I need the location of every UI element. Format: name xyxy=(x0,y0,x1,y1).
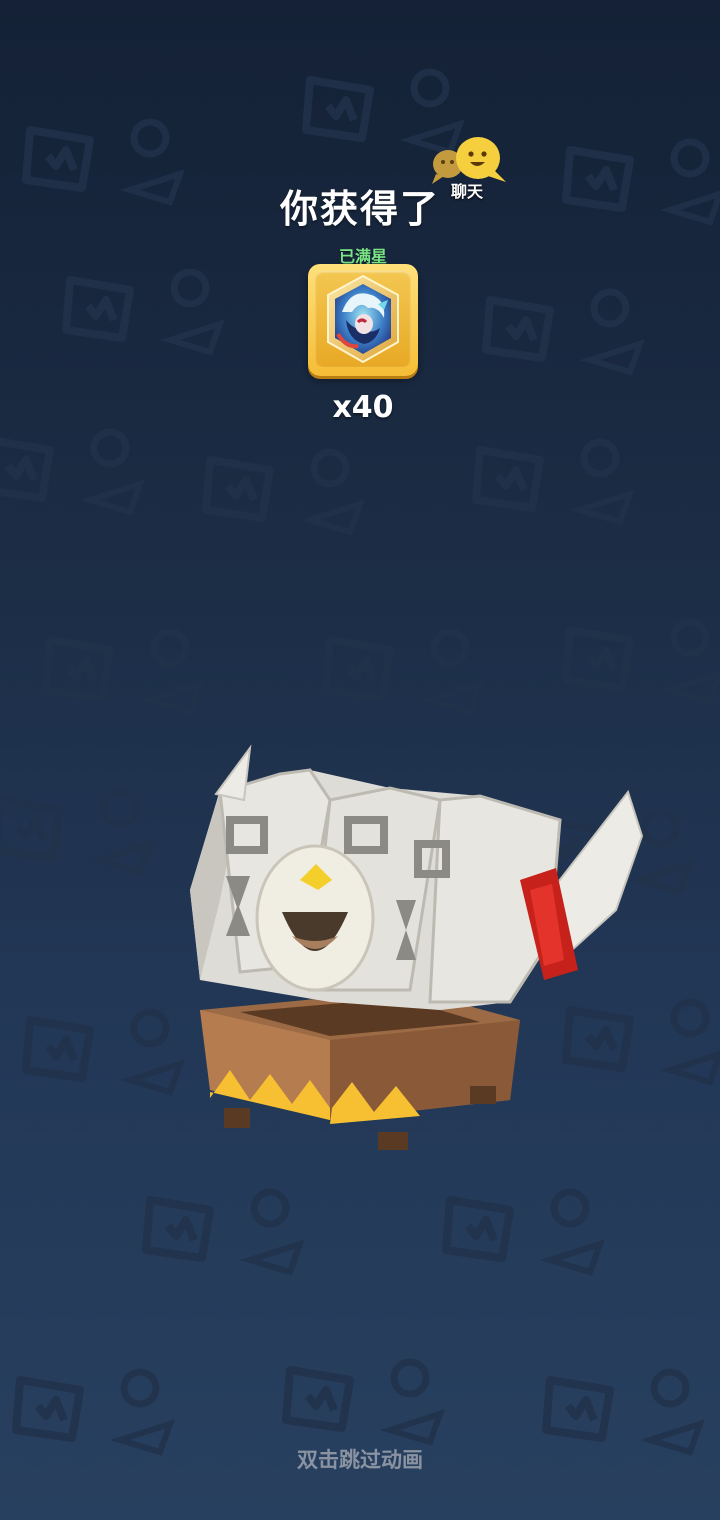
reward-title: 你获得了 xyxy=(279,187,440,231)
chat-button[interactable]: 聊天 xyxy=(426,134,512,202)
character-shard-icon xyxy=(327,274,399,364)
reward-item-card[interactable] xyxy=(308,264,418,376)
skip-animation-hint: 双击跳过动画 xyxy=(297,1448,423,1472)
reward-count: x40 xyxy=(332,390,394,425)
treasure-chest-icon[interactable] xyxy=(180,740,660,1190)
chat-label: 聊天 xyxy=(450,182,483,201)
